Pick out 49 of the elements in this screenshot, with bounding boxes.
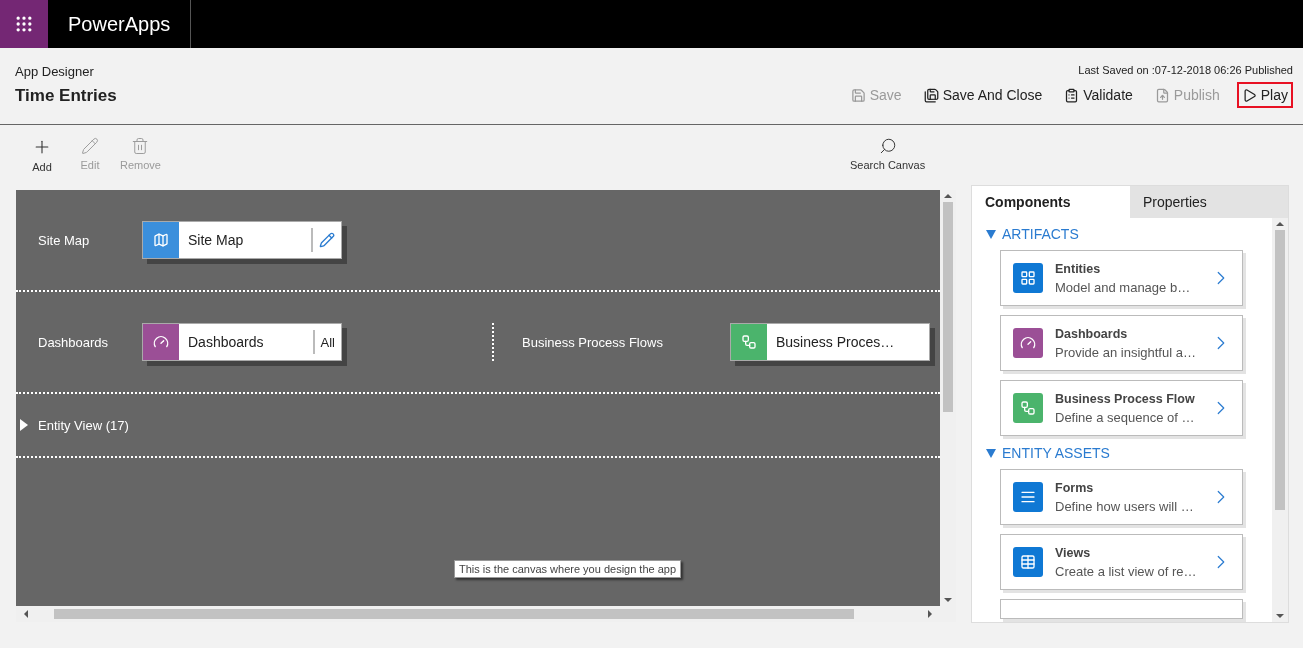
card-description: Create a list view of re… — [1055, 563, 1198, 579]
card-description: Define a sequence of … — [1055, 409, 1196, 425]
section-header[interactable]: ENTITY ASSETS — [986, 445, 1110, 461]
card-title: Business Process Flow — [1055, 391, 1196, 406]
add-button[interactable]: Add — [20, 137, 64, 185]
component-card[interactable]: Forms Define how users will … — [1000, 469, 1243, 525]
component-card[interactable]: Dashboards Provide an insightful a… — [1000, 315, 1243, 371]
all-link[interactable]: All — [312, 330, 341, 354]
entity-view-label: Entity View (17) — [38, 417, 129, 433]
card-description: Provide an insightful a… — [1055, 344, 1197, 360]
component-card[interactable]: Entities Model and manage b… — [1000, 250, 1243, 306]
app-launcher-button[interactable] — [0, 0, 48, 48]
pencil-icon — [319, 232, 335, 248]
section-header[interactable]: ARTIFACTS — [986, 226, 1079, 242]
pencil-icon — [81, 137, 99, 155]
app-name: Time Entries — [15, 86, 117, 106]
trash-icon — [131, 137, 150, 155]
search-canvas-button[interactable]: Search Canvas — [846, 137, 930, 171]
panel-scrollbar[interactable] — [1272, 218, 1288, 622]
play-button[interactable]: Play — [1236, 82, 1293, 108]
tile-name: Business Proces… — [775, 333, 896, 352]
save-close-button[interactable]: Save And Close — [918, 82, 1048, 108]
document-icon — [1154, 87, 1170, 103]
component-card[interactable]: Views Create a list view of re… — [1000, 534, 1243, 590]
designer-label: App Designer — [15, 64, 95, 79]
tile-name: Dashboards — [187, 333, 265, 352]
panel-tab[interactable]: Components — [972, 186, 1130, 218]
card-title: Entities — [1055, 261, 1102, 276]
clipboard-icon — [1064, 87, 1080, 103]
floppy-disks-icon — [923, 87, 939, 103]
card-title: Forms — [1055, 480, 1095, 495]
search-icon — [878, 137, 897, 155]
play-icon — [1241, 87, 1257, 103]
expand-caret-icon[interactable] — [20, 419, 28, 431]
component-card[interactable]: Business Process Flow Define a sequence of … — [1000, 380, 1243, 436]
validate-button[interactable]: Validate — [1059, 82, 1138, 108]
card-title: Views — [1055, 545, 1092, 560]
canvas-tooltip: This is the canvas where you design the app — [454, 560, 682, 578]
waffle-icon — [14, 14, 34, 34]
row-label: Dashboards — [38, 334, 110, 350]
row-label: Site Map — [38, 232, 91, 248]
card-title: Dashboards — [1055, 326, 1129, 341]
component-card[interactable] — [1000, 599, 1243, 619]
card-description: Define how users will … — [1055, 498, 1195, 514]
tile-name: Site Map — [187, 231, 245, 250]
row-label: Business Process Flows — [522, 334, 664, 350]
save-status: Last Saved on :07-12-2018 06:26 Published — [1078, 64, 1293, 76]
card-description: Model and manage b… — [1055, 279, 1192, 295]
app-title: PowerApps — [48, 0, 192, 48]
